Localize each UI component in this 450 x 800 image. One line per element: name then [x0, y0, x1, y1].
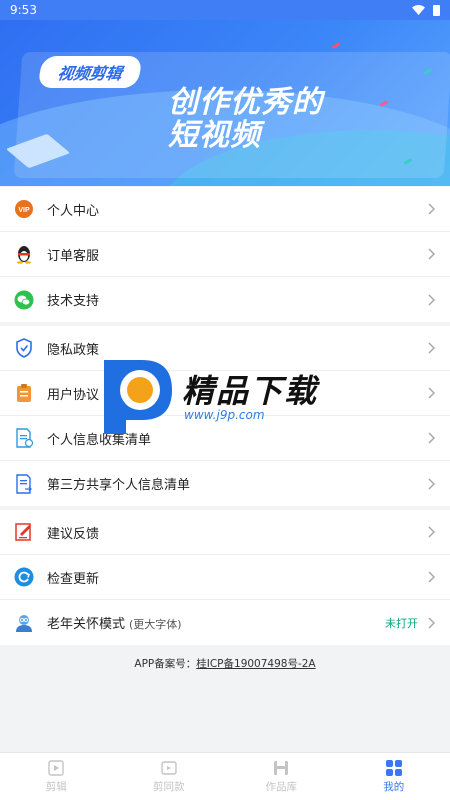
- banner-tag: 视频剪辑: [37, 56, 143, 88]
- elderly-mode-status: 未打开: [385, 616, 418, 630]
- menu-item-user-agreement[interactable]: 用户协议: [0, 371, 450, 416]
- status-time: 9:53: [10, 3, 37, 17]
- icp-prefix: APP备案号：: [134, 658, 197, 670]
- menu-item-label: 建议反馈: [47, 526, 100, 542]
- menu-item-privacy-policy[interactable]: 隐私政策: [0, 326, 450, 371]
- menu-item-check-update[interactable]: 检查更新: [0, 555, 450, 600]
- chevron-right-icon: [428, 477, 436, 490]
- menu-item-elderly-mode[interactable]: 老年关怀模式 (更大字体) 未打开: [0, 600, 450, 645]
- bottom-tab-bar: 剪辑 剪同款 作品库 我的: [0, 752, 450, 800]
- chevron-right-icon: [428, 342, 436, 354]
- menu-item-label: 技术支持: [47, 294, 100, 309]
- banner-headline-line2: 短视频: [168, 118, 261, 153]
- menu-item-label: 个人中心: [47, 203, 100, 219]
- library-icon: [274, 761, 289, 775]
- chevron-right-icon: [428, 432, 436, 444]
- menu-item-label: 老年关怀模式 (更大字体): [47, 613, 385, 632]
- elderly-mode-subtitle: (更大字体): [129, 618, 182, 631]
- tab-template[interactable]: 剪同款: [113, 753, 226, 800]
- menu-item-tech-support[interactable]: 技术支持: [0, 277, 450, 322]
- tab-label: 我的: [383, 781, 405, 793]
- tab-label: 剪同款: [153, 781, 185, 793]
- qq-penguin-icon: [14, 244, 34, 264]
- chevron-right-icon: [428, 248, 436, 260]
- menu-item-personal-info-list[interactable]: 个人信息收集清单: [0, 416, 450, 461]
- document-list-icon: [14, 428, 34, 448]
- template-icon: [161, 761, 177, 775]
- status-bar: 9:53: [0, 0, 450, 20]
- chevron-right-icon: [428, 526, 436, 538]
- grid-icon: [385, 760, 402, 776]
- feedback-icon: [14, 522, 34, 542]
- tab-library[interactable]: 作品库: [225, 753, 338, 800]
- chevron-right-icon: [428, 203, 436, 215]
- menu-item-third-party-share-list[interactable]: 第三方共享个人信息清单: [0, 461, 450, 506]
- icp-link[interactable]: 桂ICP备19007498号-2A: [196, 658, 315, 670]
- tab-clip[interactable]: 剪辑: [0, 753, 113, 800]
- menu-section-account: VIP 个人中心 订单客服 技术支持: [0, 187, 450, 322]
- refresh-icon: [14, 567, 34, 587]
- shield-icon: [14, 338, 34, 358]
- tab-label: 剪辑: [45, 781, 67, 793]
- chevron-right-icon: [428, 293, 436, 306]
- tab-mine[interactable]: 我的: [338, 753, 450, 800]
- video-clip-icon: [48, 760, 64, 776]
- status-icons: [412, 4, 440, 16]
- share-document-icon: [14, 473, 34, 494]
- banner-headline-line1: 创作优秀的: [168, 85, 323, 120]
- clipboard-icon: [14, 383, 34, 403]
- elderly-mode-title: 老年关怀模式: [47, 617, 126, 632]
- vip-icon: VIP: [14, 199, 34, 219]
- banner-headline: 创作优秀的 短视频: [168, 86, 323, 152]
- menu-item-label: 隐私政策: [47, 342, 100, 358]
- menu-item-label: 用户协议: [47, 387, 100, 403]
- confetti-decoration: [331, 42, 341, 49]
- menu-item-order-service[interactable]: 订单客服: [0, 232, 450, 277]
- elderly-icon: [14, 613, 34, 633]
- tab-label: 作品库: [265, 781, 298, 793]
- wechat-icon: [14, 290, 34, 310]
- chevron-right-icon: [428, 571, 436, 583]
- menu-item-label: 个人信息收集清单: [47, 432, 152, 448]
- promo-banner[interactable]: 视频剪辑 创作优秀的 短视频: [0, 20, 450, 186]
- battery-icon: [433, 4, 440, 16]
- menu-section-legal: 隐私政策 用户协议 个人信息收集清单 第三方共享个人信息清单: [0, 326, 450, 506]
- menu-item-feedback[interactable]: 建议反馈: [0, 510, 450, 555]
- menu-item-label: 订单客服: [47, 248, 100, 264]
- svg-text:VIP: VIP: [18, 207, 30, 214]
- menu-section-settings: 建议反馈 检查更新 老年关怀模式 (更大字体) 未打开: [0, 510, 450, 645]
- menu-item-label: 检查更新: [47, 571, 100, 587]
- chevron-right-icon: [428, 387, 436, 399]
- menu-item-personal-center[interactable]: VIP 个人中心: [0, 187, 450, 232]
- wifi-icon: [412, 5, 425, 15]
- chevron-right-icon: [428, 616, 436, 629]
- icp-registration: APP备案号：桂ICP备19007498号-2A: [0, 656, 450, 671]
- menu-item-label: 第三方共享个人信息清单: [47, 478, 191, 493]
